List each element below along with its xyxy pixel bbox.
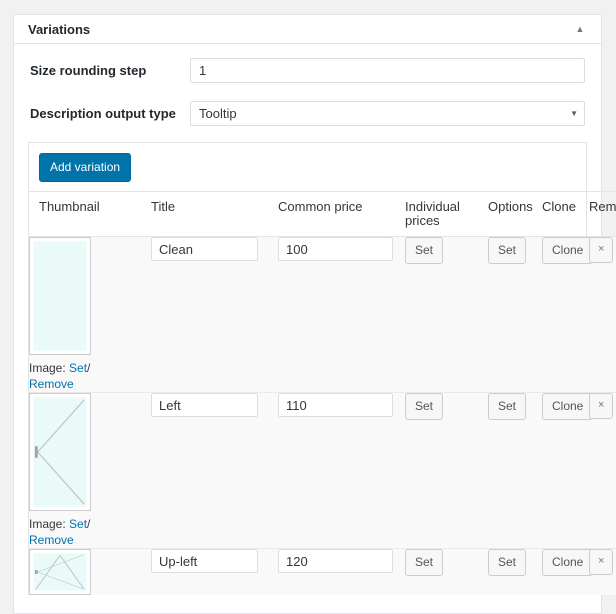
cell-remove: × — [589, 392, 616, 549]
column-header-options: Options — [488, 191, 542, 237]
variation-title-input[interactable] — [151, 393, 258, 417]
options-set-button[interactable]: Set — [488, 393, 527, 420]
image-remove-link[interactable]: Remove — [29, 533, 74, 547]
cell-clone: Clone — [542, 548, 594, 595]
cell-remove: × — [589, 548, 616, 595]
individual-prices-set-button[interactable]: Set — [405, 549, 444, 576]
variations-panel: Variations ▲ Size rounding step Descript… — [13, 14, 616, 614]
image-separator: / — [87, 361, 91, 375]
variation-common-price-input[interactable] — [278, 549, 393, 573]
cell-common-price — [278, 392, 405, 549]
options-set-button[interactable]: Set — [488, 549, 527, 576]
setting-label-size-rounding-step: Size rounding step — [30, 62, 147, 78]
image-label: Image: — [29, 361, 66, 375]
column-header-clone: Clone — [542, 191, 589, 237]
cell-options: Set — [488, 548, 542, 595]
image-links: Image: Set/ Remove — [29, 360, 109, 392]
image-set-link[interactable]: Set — [69, 361, 87, 375]
individual-prices-set-button[interactable]: Set — [405, 393, 444, 420]
column-header-title: Title — [151, 191, 278, 237]
image-links: Image: Set/ Remove — [29, 516, 109, 548]
add-variation-button[interactable]: Add variation — [39, 153, 132, 182]
clone-button[interactable]: Clone — [542, 549, 594, 576]
individual-prices-set-button[interactable]: Set — [405, 237, 444, 264]
cell-clone: Clone — [542, 392, 594, 549]
setting-row-size-rounding-step: Size rounding step — [14, 48, 601, 92]
variation-thumbnail-left-opening-window[interactable] — [29, 393, 91, 511]
variation-title-input[interactable] — [151, 549, 258, 573]
remove-button[interactable]: × — [589, 549, 614, 575]
cell-title — [151, 392, 278, 549]
size-rounding-step-input[interactable] — [190, 57, 585, 83]
plain-window-icon — [34, 242, 86, 350]
column-header-common-price: Common price — [278, 191, 405, 237]
tilt-left-opening-window-icon — [34, 554, 86, 590]
column-header-thumbnail: Thumbnail — [29, 191, 151, 237]
clone-button[interactable]: Clone — [542, 237, 594, 264]
panel-header: Variations ▲ — [14, 15, 601, 44]
remove-button[interactable]: × — [589, 393, 614, 419]
image-label: Image: — [29, 517, 66, 531]
cell-thumbnail: Image: Set/ Remove — [29, 392, 151, 549]
variation-title-input[interactable] — [151, 237, 258, 261]
page-title: Variations — [28, 21, 91, 37]
table-row: Set Set Clone × — [29, 548, 616, 595]
cell-title — [151, 548, 278, 595]
cell-individual-prices: Set — [405, 392, 488, 549]
table-header-row: Thumbnail Title Common price Individual … — [29, 191, 616, 237]
cell-options: Set — [488, 392, 542, 549]
variation-thumbnail-tilt-left-opening-window[interactable] — [29, 549, 91, 595]
table-row: Image: Set/ Remove Set — [29, 236, 616, 393]
column-header-individual-prices: Individual prices — [405, 191, 488, 237]
cell-common-price — [278, 236, 405, 393]
variations-table: Thumbnail Title Common price Individual … — [29, 191, 616, 595]
table-row: Image: Set/ Remove Set — [29, 392, 616, 549]
variations-toolbar: Add variation — [29, 143, 586, 191]
cell-thumbnail: Image: Set/ Remove — [29, 236, 151, 393]
cell-individual-prices: Set — [405, 236, 488, 393]
variation-thumbnail-plain-window[interactable] — [29, 237, 91, 355]
setting-label-description-output-type: Description output type — [30, 105, 176, 121]
cell-title — [151, 236, 278, 393]
chevron-up-icon[interactable]: ▲ — [571, 20, 589, 38]
cell-remove: × — [589, 236, 616, 393]
cell-options: Set — [488, 236, 542, 393]
panel-body: Size rounding step Description output ty… — [14, 48, 616, 595]
remove-button[interactable]: × — [589, 237, 614, 263]
setting-row-description-output-type: Description output type Tooltip ▼ — [14, 92, 601, 134]
clone-button[interactable]: Clone — [542, 393, 594, 420]
left-opening-window-icon — [34, 398, 86, 506]
cell-thumbnail — [29, 548, 151, 595]
variation-common-price-input[interactable] — [278, 393, 393, 417]
image-set-link[interactable]: Set — [69, 517, 87, 531]
cell-individual-prices: Set — [405, 548, 488, 595]
cell-common-price — [278, 548, 405, 595]
column-header-remove: Remove — [589, 191, 616, 237]
cell-clone: Clone — [542, 236, 594, 393]
variation-common-price-input[interactable] — [278, 237, 393, 261]
options-set-button[interactable]: Set — [488, 237, 527, 264]
image-remove-link[interactable]: Remove — [29, 377, 74, 391]
description-output-type-select[interactable]: Tooltip — [190, 100, 585, 126]
variations-table-container: Add variation Thumbnail Title Common pri… — [28, 142, 616, 595]
image-separator: / — [87, 517, 91, 531]
